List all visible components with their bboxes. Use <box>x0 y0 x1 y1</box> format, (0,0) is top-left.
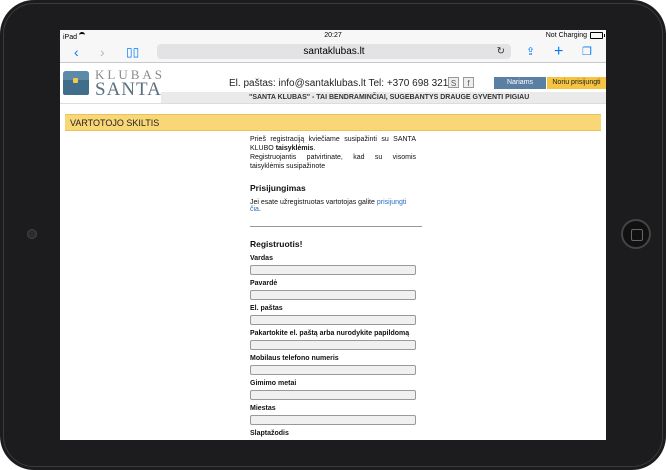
email-field[interactable] <box>250 315 416 325</box>
city-label: Miestas <box>250 405 276 412</box>
divider <box>250 226 422 227</box>
first-name-label: Vardas <box>250 255 273 262</box>
status-battery: Not Charging <box>546 32 605 39</box>
register-title: Registruotis! <box>250 239 303 249</box>
password-label: Slaptažodis <box>250 430 289 437</box>
tabs-icon[interactable]: ❐ <box>582 44 592 60</box>
reload-icon[interactable]: ↻ <box>497 44 505 59</box>
repeat-email-label: Pakartokite el. paštą arba nurodykite pa… <box>250 330 410 337</box>
url-text: santaklubas.lt <box>303 46 365 57</box>
skype-icon[interactable]: S <box>448 77 459 88</box>
contact-info: El. paštas: info@santaklubas.lt Tel: +37… <box>229 78 460 89</box>
birth-year-field[interactable] <box>250 390 416 400</box>
phone-label: Mobilaus telefono numeris <box>250 355 339 362</box>
forward-icon[interactable]: › <box>100 44 105 60</box>
city-field[interactable] <box>250 415 416 425</box>
battery-icon <box>590 32 605 39</box>
last-name-label: Pavardė <box>250 280 278 287</box>
members-button[interactable]: Nariams <box>494 77 546 89</box>
main-content: Prieš registraciją kviečiame susipažinti… <box>250 135 422 440</box>
login-text-end: . <box>258 206 261 213</box>
tablet-bezel: iPad 20:27 Not Charging ‹ › ▯▯ santaklub… <box>0 0 666 470</box>
rules-link[interactable]: taisyklėmis <box>276 145 314 152</box>
section-title: VARTOTOJO SKILTIS <box>65 114 601 131</box>
intro-text: Prieš registraciją kviečiame susipažinti… <box>250 135 416 171</box>
birth-year-label: Gimimo metai <box>250 380 297 387</box>
site-logo[interactable]: KLUBAS SANTA <box>63 65 162 101</box>
treasure-chest-icon <box>63 71 89 95</box>
status-time: 20:27 <box>324 32 342 39</box>
logo-text-bottom: SANTA <box>95 79 162 100</box>
last-name-field[interactable] <box>250 290 416 300</box>
bookmarks-icon[interactable]: ▯▯ <box>126 44 139 60</box>
login-text: Jei esate užregistruotas vartotojas gali… <box>250 199 416 213</box>
phone-field[interactable] <box>250 365 416 375</box>
email-label: El. paštas <box>250 305 283 312</box>
back-icon[interactable]: ‹ <box>74 44 79 60</box>
share-icon[interactable]: ⇪ <box>526 44 535 60</box>
address-bar[interactable]: santaklubas.lt ↻ <box>157 44 511 59</box>
site-header: KLUBAS SANTA El. paštas: info@santakluba… <box>60 63 606 104</box>
first-name-field[interactable] <box>250 265 416 275</box>
new-tab-icon[interactable]: + <box>554 44 563 60</box>
camera-icon <box>27 229 37 239</box>
login-prompt: Jei esate užregistruotas vartotojas gali… <box>250 199 377 206</box>
intro-text-2: Registruojantis patvirtinate, kad su vis… <box>250 154 416 170</box>
repeat-email-field[interactable] <box>250 340 416 350</box>
login-title: Prisijungimas <box>250 183 306 193</box>
status-bar: iPad 20:27 Not Charging <box>60 30 606 42</box>
facebook-icon[interactable]: f <box>463 77 474 88</box>
intro-text-1-end: . <box>313 145 316 152</box>
login-button[interactable]: Noriu prisijungti <box>547 77 606 89</box>
home-button[interactable] <box>621 219 651 249</box>
browser-toolbar: ‹ › ▯▯ santaklubas.lt ↻ ⇪ + ❐ <box>60 42 606 63</box>
slogan: "SANTA KLUBAS" - TAI BENDRAMINČIAI, SUGE… <box>161 92 606 103</box>
screen: iPad 20:27 Not Charging ‹ › ▯▯ santaklub… <box>60 30 606 440</box>
